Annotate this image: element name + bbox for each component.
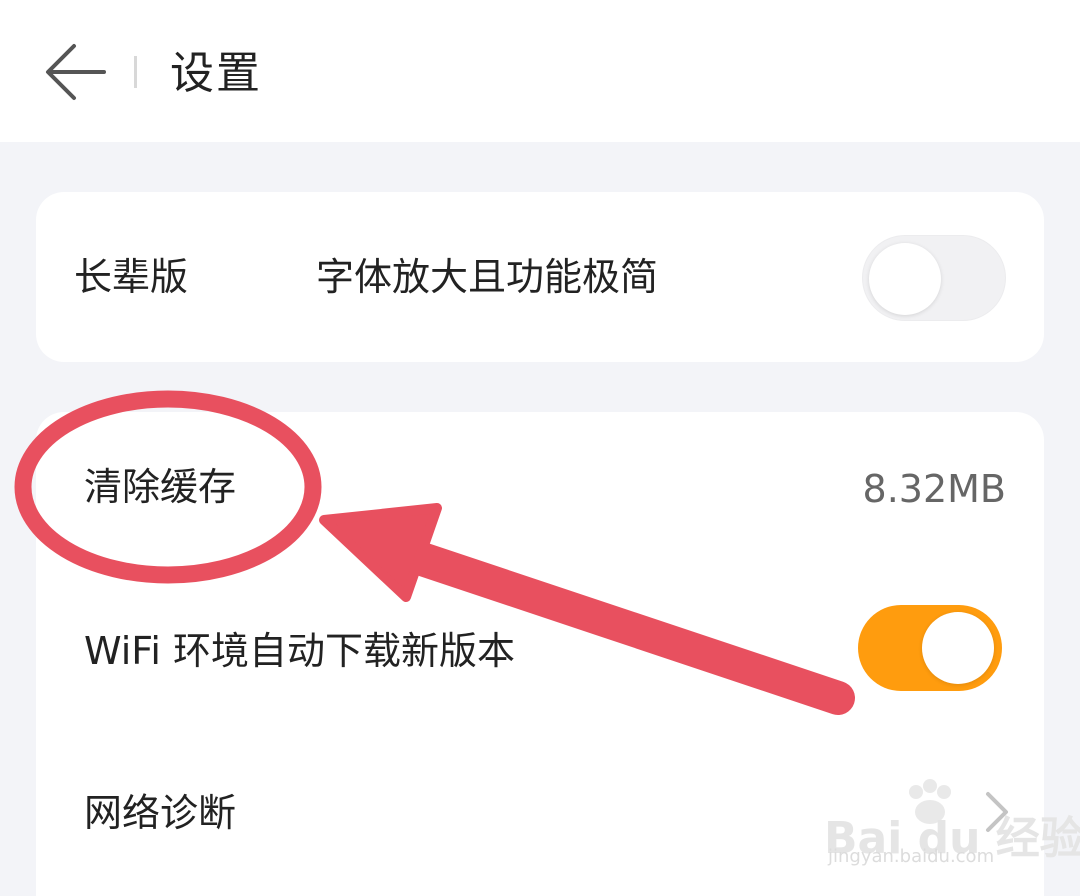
toggle-knob bbox=[922, 612, 994, 684]
wifi-auto-download-label: WiFi 环境自动下载新版本 bbox=[84, 629, 516, 673]
elder-mode-label: 长辈版 bbox=[74, 255, 189, 299]
settings-card: 清除缓存 8.32MB WiFi 环境自动下载新版本 网络诊断 bbox=[36, 412, 1044, 896]
toggle-knob bbox=[869, 243, 941, 315]
elder-mode-toggle[interactable] bbox=[862, 235, 1006, 321]
top-app-bar: 设置 bbox=[0, 0, 1080, 142]
cache-size-value: 8.32MB bbox=[862, 467, 1006, 511]
page-title: 设置 bbox=[170, 48, 262, 99]
settings-screen: 设置 长辈版 字体放大且功能极简 清除缓存 8.32MB WiFi 环境自动下载… bbox=[0, 0, 1080, 896]
wifi-auto-download-toggle[interactable] bbox=[858, 605, 1002, 691]
elder-mode-card: 长辈版 字体放大且功能极简 bbox=[36, 192, 1044, 362]
arrow-left-icon bbox=[46, 44, 106, 100]
clear-cache-label: 清除缓存 bbox=[84, 465, 237, 509]
chevron-right-icon[interactable] bbox=[978, 788, 1014, 836]
header-divider bbox=[134, 56, 137, 88]
elder-mode-description: 字体放大且功能极简 bbox=[316, 255, 659, 299]
back-button[interactable] bbox=[38, 40, 114, 104]
network-diagnosis-label: 网络诊断 bbox=[84, 791, 237, 835]
